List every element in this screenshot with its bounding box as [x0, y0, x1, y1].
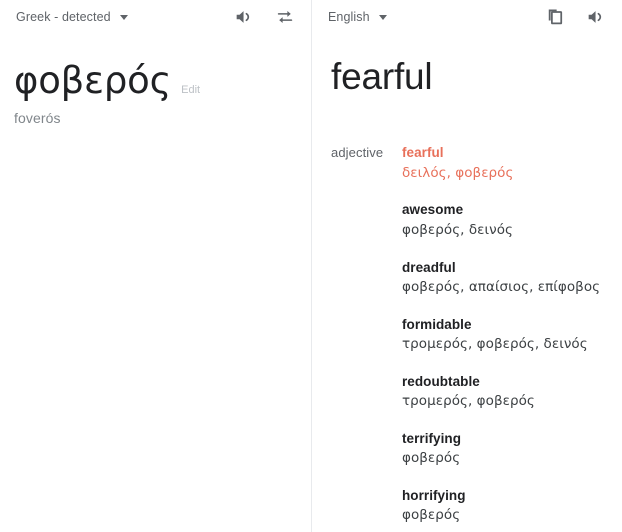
swap-languages-button[interactable] — [273, 5, 297, 29]
sense-word[interactable]: redoubtable — [402, 373, 608, 391]
source-language-label: Greek - detected — [16, 10, 111, 24]
sense-word[interactable]: formidable — [402, 316, 608, 334]
target-listen-button[interactable] — [584, 5, 608, 29]
sense-entry[interactable]: fearful δειλός, φοβερός — [402, 144, 608, 182]
sense-translations: τρομερός, φοβερός, δεινός — [402, 335, 608, 353]
source-listen-button[interactable] — [232, 5, 256, 29]
target-header-actions — [543, 5, 608, 29]
sense-word[interactable]: fearful — [402, 144, 608, 162]
speaker-icon — [585, 6, 607, 28]
sense-entry[interactable]: formidableτρομερός, φοβερός, δεινός — [402, 316, 608, 354]
chevron-down-icon — [120, 15, 128, 20]
translator-app: Greek - detected — [0, 0, 622, 532]
source-panel-header: Greek - detected — [0, 0, 311, 34]
source-panel: Greek - detected — [0, 0, 311, 532]
source-transliteration: foverós — [14, 110, 297, 126]
target-panel: English — [311, 0, 622, 532]
sense-translations: δειλός, φοβερός — [402, 164, 608, 182]
target-language-selector[interactable]: English — [326, 6, 389, 28]
speaker-icon — [233, 6, 255, 28]
sense-entry[interactable]: terrifyingφοβερός — [402, 430, 608, 468]
sense-translations: φοβερός — [402, 449, 608, 467]
chevron-down-icon — [379, 15, 387, 20]
target-text-area: fearful adjective fearful δειλός, φοβερός… — [312, 34, 622, 525]
sense-word[interactable]: dreadful — [402, 259, 608, 277]
target-panel-header: English — [312, 0, 622, 34]
edit-source-link[interactable]: Edit — [181, 84, 200, 96]
sense-word[interactable]: terrifying — [402, 430, 608, 448]
sense-entry[interactable]: redoubtableτρομερός, φοβερός — [402, 373, 608, 411]
sense-list: fearful δειλός, φοβερός awesome φοβερός, δε… — [402, 144, 608, 524]
sense-translations: φοβερός — [402, 506, 608, 524]
sense-entry[interactable]: awesome φοβερός, δεινός — [402, 201, 608, 239]
part-of-speech-label: adjective — [331, 144, 402, 160]
source-word: φοβερός — [14, 60, 171, 101]
translated-word: fearful — [331, 56, 608, 97]
sense-word[interactable]: horrifying — [402, 487, 608, 505]
source-word-row: φοβερός Edit — [14, 60, 297, 101]
sense-translations: φοβερός, δεινός — [402, 221, 608, 239]
source-language-selector[interactable]: Greek - detected — [14, 6, 130, 28]
definitions-section: adjective fearful δειλός, φοβερός awesome φ… — [331, 144, 608, 524]
sense-translations: φοβερός, απαίσιος, επίφοβος — [402, 278, 608, 296]
copy-translation-button[interactable] — [543, 5, 567, 29]
sense-entry[interactable]: dreadfulφοβερός, απαίσιος, επίφοβος — [402, 259, 608, 297]
copy-icon — [544, 6, 566, 28]
source-text-area[interactable]: φοβερός Edit foverós — [0, 34, 311, 126]
source-header-actions — [232, 5, 297, 29]
sense-word[interactable]: awesome — [402, 201, 608, 219]
sense-entry[interactable]: horrifyingφοβερός — [402, 487, 608, 525]
sense-translations: τρομερός, φοβερός — [402, 392, 608, 410]
swap-languages-icon — [274, 6, 296, 28]
target-language-label: English — [328, 10, 370, 24]
